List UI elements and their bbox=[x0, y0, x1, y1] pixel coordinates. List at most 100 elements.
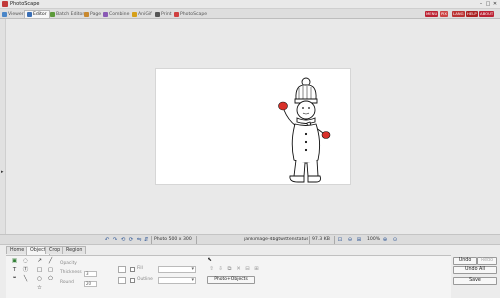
copy-object-icon[interactable]: ⧉ bbox=[226, 266, 233, 273]
tab-anigif[interactable]: AniGif bbox=[132, 10, 152, 18]
save-button[interactable]: Save bbox=[453, 277, 497, 285]
rounded-rectangle-icon[interactable]: ▢ bbox=[47, 267, 54, 274]
tab-label: AniGif bbox=[138, 11, 152, 17]
round-stepper[interactable]: 20 bbox=[84, 281, 97, 287]
fill-color-swatch[interactable] bbox=[118, 266, 126, 273]
menu-badge[interactable]: MENU bbox=[425, 11, 439, 17]
maximize-button[interactable]: □ bbox=[485, 1, 491, 7]
filename-label: jankimage-4bgtwittenstatus.png bbox=[244, 237, 308, 242]
flip-vertical-icon[interactable]: ⇵ bbox=[143, 237, 149, 243]
window-title: PhotoScape bbox=[10, 1, 40, 7]
undo-all-button[interactable]: Undo All bbox=[453, 266, 497, 274]
tab-editor[interactable]: Editor bbox=[24, 10, 50, 18]
line-tool-icon[interactable]: ╲ bbox=[22, 276, 29, 283]
zoom-in-icon[interactable]: ⊕ bbox=[382, 237, 388, 243]
file-size-label: 97.3 KB bbox=[312, 237, 330, 242]
editor-icon bbox=[27, 12, 32, 17]
pix-badge[interactable]: PIX bbox=[440, 11, 449, 17]
status-separator bbox=[151, 236, 152, 244]
left-panel-edge: ▸ bbox=[0, 19, 6, 234]
lang-badge[interactable]: LANG bbox=[452, 11, 465, 17]
tab-combine[interactable]: Combine bbox=[103, 10, 129, 18]
quote-icon[interactable]: ❝ bbox=[11, 276, 18, 283]
zoom-level-label: 100% bbox=[367, 237, 381, 242]
tab-viewer[interactable]: Viewer bbox=[2, 10, 24, 18]
outline-style-dropdown[interactable] bbox=[158, 277, 196, 284]
thickness-stepper[interactable]: 3 bbox=[84, 271, 97, 277]
rotate-right-90-icon[interactable]: ⟳ bbox=[128, 237, 134, 243]
tab-photoscape[interactable]: PhotoScape bbox=[174, 10, 207, 18]
fit-to-window-icon[interactable]: ⊡ bbox=[337, 237, 343, 243]
app-icon bbox=[2, 1, 8, 7]
bring-front-icon[interactable]: ⇧ bbox=[208, 266, 215, 273]
viewer-icon bbox=[2, 11, 7, 17]
rotate-right-icon[interactable]: ↷ bbox=[112, 237, 118, 243]
opacity-label: Opacity bbox=[60, 261, 77, 266]
tab-label: Combine bbox=[109, 11, 130, 17]
zoom-options-icon[interactable]: ⊙ bbox=[392, 237, 398, 243]
status-separator bbox=[309, 236, 310, 244]
tab-batch-editor[interactable]: Batch Editor bbox=[50, 10, 84, 18]
flip-horizontal-icon[interactable]: ⇋ bbox=[136, 237, 142, 243]
polygon-icon[interactable]: ⬠ bbox=[47, 276, 54, 283]
tab-page[interactable]: Page bbox=[84, 10, 101, 18]
about-badge[interactable]: ABOUT bbox=[479, 11, 495, 17]
undo-button[interactable]: Undo bbox=[453, 257, 477, 265]
object-properties-icon[interactable]: ⊞ bbox=[253, 266, 260, 273]
fill-style-dropdown[interactable] bbox=[158, 266, 196, 273]
thickness-label: Thickness bbox=[60, 270, 82, 275]
fill-checkbox[interactable] bbox=[130, 267, 135, 272]
symbol-icon[interactable]: Ⓣ bbox=[22, 267, 29, 274]
arrow-tool-icon[interactable]: ↗ bbox=[36, 258, 43, 265]
tab-label: PhotoScape bbox=[180, 11, 208, 17]
rectangle-icon[interactable]: □ bbox=[36, 267, 43, 274]
delete-object-icon[interactable]: ✕ bbox=[235, 266, 242, 273]
select-pointer-icon[interactable]: ⬉ bbox=[206, 257, 213, 264]
title-bar: PhotoScape – □ ✕ bbox=[0, 0, 500, 9]
outline-color-swatch[interactable] bbox=[118, 277, 126, 284]
status-bar: ↶ ↷ ⟲ ⟳ ⇋ ⇵ Photo 500 x 300 jankimage-4b… bbox=[0, 234, 500, 245]
tab-label: Batch Editor bbox=[56, 11, 85, 17]
status-separator bbox=[334, 236, 335, 244]
tab-home[interactable]: Home bbox=[6, 246, 29, 254]
actual-size-icon[interactable]: ⊞ bbox=[356, 237, 362, 243]
redo-button[interactable]: Redo bbox=[477, 257, 497, 265]
minimize-button[interactable]: – bbox=[478, 1, 484, 7]
batch-editor-icon bbox=[50, 11, 55, 17]
fill-label: Fill bbox=[137, 266, 143, 271]
page-icon bbox=[84, 11, 89, 17]
ellipse-icon[interactable]: ○ bbox=[36, 276, 43, 283]
zoom-out-icon[interactable]: ⊖ bbox=[347, 237, 353, 243]
send-back-icon[interactable]: ⇩ bbox=[217, 266, 224, 273]
star-icon[interactable]: ☆ bbox=[36, 285, 43, 292]
photo-canvas[interactable] bbox=[155, 68, 351, 185]
tab-label: Page bbox=[90, 11, 102, 17]
status-separator bbox=[196, 236, 197, 244]
round-label: Round bbox=[60, 280, 74, 285]
outline-label: Outline bbox=[137, 277, 153, 282]
speech-balloon-icon[interactable]: ◌ bbox=[22, 258, 29, 265]
rotate-left-icon[interactable]: ↶ bbox=[104, 237, 110, 243]
tab-label: Print bbox=[161, 11, 172, 17]
photo-size-label: Photo 500 x 300 bbox=[154, 237, 192, 242]
tab-print[interactable]: Print bbox=[155, 10, 172, 18]
line-draw-icon[interactable]: ╱ bbox=[47, 258, 54, 265]
rotate-left-90-icon[interactable]: ⟲ bbox=[120, 237, 126, 243]
photo-icon[interactable]: ▣ bbox=[11, 258, 18, 265]
text-icon[interactable]: T bbox=[11, 267, 18, 274]
lock-object-icon[interactable]: ⊟ bbox=[244, 266, 251, 273]
tab-label: Viewer bbox=[8, 11, 24, 17]
photo-objects-button[interactable]: Photo+Objects bbox=[207, 276, 255, 284]
snowman-illustration bbox=[278, 77, 331, 183]
tab-label: Editor bbox=[33, 12, 47, 17]
combine-icon bbox=[103, 11, 108, 17]
print-icon bbox=[155, 11, 160, 17]
tab-region[interactable]: Region bbox=[62, 246, 87, 254]
photoscape-icon bbox=[174, 11, 179, 17]
anigif-icon bbox=[132, 11, 137, 17]
help-badge[interactable]: HELP bbox=[466, 11, 478, 17]
outline-checkbox[interactable] bbox=[130, 278, 135, 283]
close-button[interactable]: ✕ bbox=[492, 1, 498, 7]
collapse-panel-icon[interactable]: ▸ bbox=[1, 169, 4, 175]
app-tab-bar: Viewer Editor Batch Editor Page Combine … bbox=[0, 9, 500, 19]
